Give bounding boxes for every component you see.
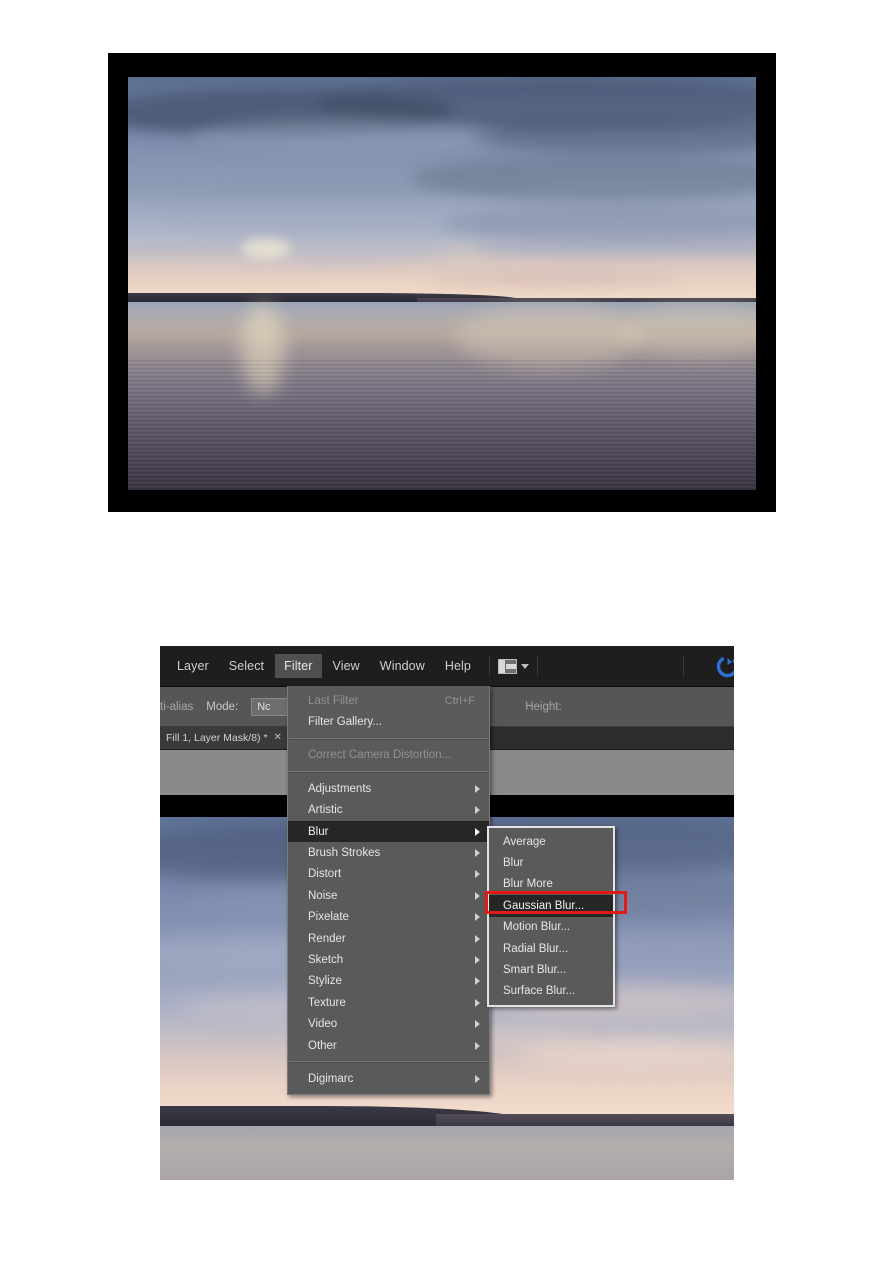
blur-submenu[interactable]: Average Blur Blur More Gaussian Blur... … [487,826,615,1008]
menu-item-label: Pixelate [308,911,349,924]
application-menu-bar: Layer Select Filter View Window Help [160,646,734,687]
menu-filter[interactable]: Filter [275,654,322,678]
menu-item-label: Sketch [308,953,344,966]
menu-item-digimarc[interactable]: Digimarc [288,1068,489,1089]
menu-item-label: Radial Blur... [503,942,569,955]
menu-item-label: Render [308,932,346,945]
menu-item-sketch[interactable]: Sketch [288,949,489,970]
submenu-arrow-icon [475,849,480,858]
submenu-arrow-icon [475,913,480,922]
menu-layer[interactable]: Layer [168,654,218,678]
menu-item-label: Blur [503,857,524,870]
mode-label: Mode: [206,700,239,713]
canvas-water [160,1125,734,1180]
menu-item-correct-camera-distortion[interactable]: Correct Camera Distortion... [288,745,489,766]
lake-photo-image [128,77,756,490]
anti-alias-label: ti-alias [160,700,194,713]
menu-item-artistic[interactable]: Artistic [288,800,489,821]
menu-item-filter-gallery[interactable]: Filter Gallery... [288,711,489,732]
submenu-arrow-icon [475,870,480,879]
menu-item-last-filter[interactable]: Last Filter Ctrl+F [288,690,489,711]
menu-item-render[interactable]: Render [288,928,489,949]
menu-item-blur[interactable]: Blur [288,820,489,843]
menu-item-label: Digimarc [308,1072,354,1085]
menu-item-label: Average [503,835,546,848]
menu-item-label: Blur [308,825,329,838]
menu-item-label: Smart Blur... [503,964,567,977]
menu-divider [683,656,684,676]
lake-photo-figure [108,53,776,512]
workspace-switcher-icon [497,658,517,674]
menu-item-brush-strokes[interactable]: Brush Strokes [288,842,489,863]
close-icon[interactable]: ✕ [274,733,282,743]
submenu-arrow-icon [475,977,480,986]
submenu-item-radial-blur[interactable]: Radial Blur... [489,938,613,959]
menu-item-other[interactable]: Other [288,1035,489,1056]
menu-item-label: Texture [308,996,346,1009]
submenu-arrow-icon [475,1041,480,1050]
workspace-switcher-button[interactable] [497,658,529,674]
menu-item-stylize[interactable]: Stylize [288,971,489,992]
menu-item-label: Blur More [503,878,553,891]
water-ripples [128,357,756,490]
submenu-item-blur[interactable]: Blur [489,852,613,873]
cloud-shape [429,271,681,286]
document-tab[interactable]: Fill 1, Layer Mask/8) * ✕ [160,727,288,749]
menu-item-label: Correct Camera Distortion... [308,749,452,762]
menu-item-shortcut: Ctrl+F [444,694,475,707]
menu-item-label: Surface Blur... [503,985,576,998]
menu-item-label: Brush Strokes [308,847,381,860]
photoshop-window: Fill 1, Layer Mask/8) * ✕ ti-alias Mode:… [160,646,734,1180]
menu-separator [289,771,488,774]
submenu-item-motion-blur[interactable]: Motion Blur... [489,917,613,938]
menu-window[interactable]: Window [371,654,434,678]
menu-select[interactable]: Select [220,654,273,678]
menu-item-label: Last Filter [308,694,359,707]
submenu-item-surface-blur[interactable]: Surface Blur... [489,981,613,1002]
menu-item-noise[interactable]: Noise [288,885,489,906]
submenu-item-average[interactable]: Average [489,831,613,852]
submenu-item-blur-more[interactable]: Blur More [489,874,613,895]
menu-item-label: Adjustments [308,782,372,795]
menu-item-label: Other [308,1039,337,1052]
menu-separator [289,737,488,740]
menu-item-label: Gaussian Blur... [503,899,585,912]
menu-item-label: Motion Blur... [503,921,571,934]
cs-live-refresh-icon[interactable] [715,654,734,679]
submenu-arrow-icon [475,827,480,836]
menu-item-label: Video [308,1018,338,1031]
menu-separator [289,1061,488,1064]
menu-item-label: Noise [308,889,338,902]
submenu-arrow-icon [475,806,480,815]
menu-item-distort[interactable]: Distort [288,864,489,885]
menu-view[interactable]: View [324,654,369,678]
menu-divider [536,656,538,676]
submenu-arrow-icon [475,998,480,1007]
submenu-arrow-icon [475,934,480,943]
submenu-item-smart-blur[interactable]: Smart Blur... [489,959,613,980]
menu-item-label: Filter Gallery... [308,716,382,729]
menu-divider [488,656,490,676]
menu-help[interactable]: Help [436,654,480,678]
document-tab-title: Fill 1, Layer Mask/8) * [166,732,268,744]
submenu-arrow-icon [475,955,480,964]
menu-item-texture[interactable]: Texture [288,992,489,1013]
submenu-arrow-icon [475,891,480,900]
menu-item-pixelate[interactable]: Pixelate [288,907,489,928]
menu-item-label: Stylize [308,975,342,988]
height-label: Height: [525,700,562,713]
menu-item-label: Distort [308,868,342,881]
submenu-arrow-icon [475,784,480,793]
menu-item-adjustments[interactable]: Adjustments [288,778,489,799]
menu-item-label: Artistic [308,804,343,817]
chevron-down-icon[interactable] [520,663,529,669]
filter-dropdown-menu[interactable]: Last Filter Ctrl+F Filter Gallery... Cor… [287,686,490,1095]
submenu-arrow-icon [475,1074,480,1083]
sun-ray-shape [241,238,292,259]
submenu-item-gaussian-blur[interactable]: Gaussian Blur... [489,895,613,917]
submenu-arrow-icon [475,1020,480,1029]
menu-item-video[interactable]: Video [288,1013,489,1034]
